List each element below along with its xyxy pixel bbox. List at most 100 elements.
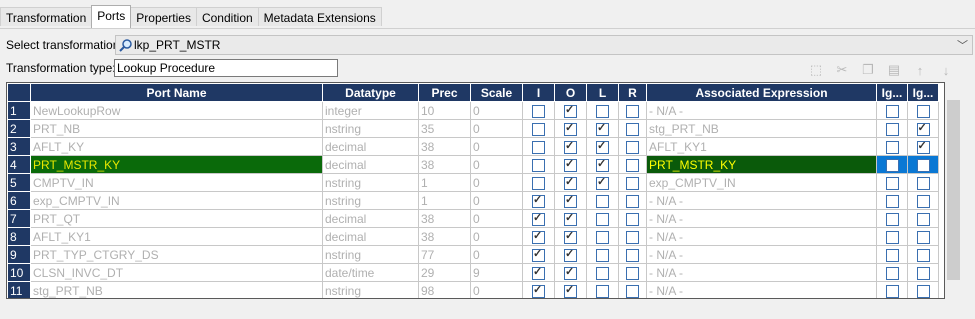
select-transformation-dropdown[interactable]: lkp_PRT_MSTR ﹀: [115, 35, 973, 55]
move-down-icon[interactable]: ↓: [933, 60, 959, 80]
checkbox-o[interactable]: [564, 121, 577, 136]
port-name-cell[interactable]: PRT_TYP_CTGRY_DS: [30, 245, 323, 264]
checkbox-i[interactable]: [532, 283, 545, 298]
checkbox-l[interactable]: [596, 194, 609, 208]
table-row[interactable]: 4PRT_MSTR_KYdecimal380PRT_MSTR_KY: [7, 155, 939, 174]
scale-cell[interactable]: 0: [470, 209, 523, 228]
table-row[interactable]: 6exp_CMPTV_INnstring10 - N/A -: [7, 191, 939, 210]
col-output[interactable]: O: [554, 83, 587, 102]
col-prec[interactable]: Prec: [418, 83, 471, 102]
table-row[interactable]: 9PRT_TYP_CTGRY_DSnstring770 - N/A -: [7, 245, 939, 264]
ignore-checkbox[interactable]: [885, 266, 899, 280]
associated-expression-cell[interactable]: - N/A -: [646, 209, 877, 228]
checkbox-r[interactable]: [626, 266, 639, 280]
datatype-cell[interactable]: decimal: [322, 137, 419, 156]
datatype-cell[interactable]: integer: [322, 101, 419, 120]
associated-expression-cell[interactable]: PRT_MSTR_KY: [646, 155, 877, 174]
col-lookup[interactable]: L: [586, 83, 619, 102]
checkbox-r[interactable]: [626, 122, 639, 136]
ignore-checkbox[interactable]: [885, 176, 899, 190]
checkbox-r[interactable]: [626, 140, 639, 154]
checkbox-r[interactable]: [626, 104, 639, 118]
checkbox-o[interactable]: [564, 139, 577, 154]
grid-scrollbar[interactable]: [945, 82, 962, 299]
checkbox-l[interactable]: [596, 248, 609, 262]
datatype-cell[interactable]: nstring: [322, 281, 419, 298]
checkbox-i[interactable]: [532, 158, 545, 172]
checkbox-l[interactable]: [596, 266, 609, 280]
prec-cell[interactable]: 38: [418, 209, 471, 228]
scrollbar-thumb[interactable]: [947, 100, 960, 280]
port-name-cell[interactable]: exp_CMPTV_IN: [30, 191, 323, 210]
checkbox-o[interactable]: [564, 211, 577, 226]
scale-cell[interactable]: 0: [470, 119, 523, 138]
checkbox-l[interactable]: [596, 175, 609, 190]
datatype-cell[interactable]: date/time: [322, 263, 419, 282]
associated-expression-cell[interactable]: - N/A -: [646, 227, 877, 246]
scale-cell[interactable]: 0: [470, 245, 523, 264]
new-port-icon[interactable]: ⬚: [803, 60, 829, 80]
port-name-cell[interactable]: PRT_QT: [30, 209, 323, 228]
checkbox-i[interactable]: [532, 229, 545, 244]
prec-cell[interactable]: 29: [418, 263, 471, 282]
checkbox-r[interactable]: [626, 212, 639, 226]
tab-properties[interactable]: Properties: [130, 7, 197, 26]
checkbox-o[interactable]: [564, 247, 577, 262]
port-name-cell[interactable]: NewLookupRow: [30, 101, 323, 120]
ignore-checkbox[interactable]: [916, 158, 930, 172]
datatype-cell[interactable]: nstring: [322, 191, 419, 210]
table-row[interactable]: 8AFLT_KY1decimal380 - N/A -: [7, 227, 939, 246]
checkbox-l[interactable]: [596, 284, 609, 298]
datatype-cell[interactable]: nstring: [322, 245, 419, 264]
copy-icon[interactable]: ❐: [855, 60, 881, 80]
ignore-checkbox[interactable]: [916, 176, 930, 190]
checkbox-o[interactable]: [564, 283, 577, 298]
ignore-checkbox[interactable]: [885, 194, 899, 208]
checkbox-l[interactable]: [596, 212, 609, 226]
col-port-name[interactable]: Port Name: [30, 83, 323, 102]
checkbox-l[interactable]: [596, 139, 609, 154]
prec-cell[interactable]: 1: [418, 173, 471, 192]
associated-expression-cell[interactable]: - N/A -: [646, 263, 877, 282]
ignore-checkbox[interactable]: [885, 230, 899, 244]
datatype-cell[interactable]: nstring: [322, 119, 419, 138]
col-input[interactable]: I: [522, 83, 555, 102]
table-row[interactable]: 10CLSN_INVC_DTdate/time299 - N/A -: [7, 263, 939, 282]
ignore-checkbox[interactable]: [916, 284, 930, 298]
scale-cell[interactable]: 0: [470, 281, 523, 298]
ignore-checkbox[interactable]: [916, 266, 930, 280]
ignore-checkbox[interactable]: [916, 212, 930, 226]
checkbox-l[interactable]: [596, 230, 609, 244]
checkbox-o[interactable]: [564, 157, 577, 172]
checkbox-o[interactable]: [564, 175, 577, 190]
checkbox-i[interactable]: [532, 122, 545, 136]
prec-cell[interactable]: 38: [418, 155, 471, 174]
tab-metadata-extensions[interactable]: Metadata Extensions: [257, 7, 382, 26]
associated-expression-cell[interactable]: exp_CMPTV_IN: [646, 173, 877, 192]
checkbox-r[interactable]: [626, 194, 639, 208]
col-associated-expression[interactable]: Associated Expression: [646, 83, 877, 102]
checkbox-l[interactable]: [596, 121, 609, 136]
scale-cell[interactable]: 9: [470, 263, 523, 282]
col-ignore-2[interactable]: Ig...: [907, 83, 939, 102]
col-datatype[interactable]: Datatype: [322, 83, 419, 102]
ignore-checkbox[interactable]: [885, 158, 899, 172]
tab-transformation[interactable]: Transformation: [0, 7, 93, 26]
ignore-checkbox[interactable]: [885, 248, 899, 262]
associated-expression-cell[interactable]: - N/A -: [646, 191, 877, 210]
table-row[interactable]: 5CMPTV_INnstring10 exp_CMPTV_IN: [7, 173, 939, 192]
prec-cell[interactable]: 10: [418, 101, 471, 120]
ignore-checkbox[interactable]: [916, 104, 930, 118]
checkbox-r[interactable]: [626, 158, 639, 172]
checkbox-o[interactable]: [564, 193, 577, 208]
port-name-cell[interactable]: CLSN_INVC_DT: [30, 263, 323, 282]
checkbox-i[interactable]: [532, 265, 545, 280]
datatype-cell[interactable]: nstring: [322, 173, 419, 192]
scale-cell[interactable]: 0: [470, 101, 523, 120]
prec-cell[interactable]: 38: [418, 227, 471, 246]
checkbox-r[interactable]: [626, 230, 639, 244]
checkbox-i[interactable]: [532, 193, 545, 208]
associated-expression-cell[interactable]: - N/A -: [646, 101, 877, 120]
port-name-cell[interactable]: stg_PRT_NB: [30, 281, 323, 298]
checkbox-i[interactable]: [532, 247, 545, 262]
